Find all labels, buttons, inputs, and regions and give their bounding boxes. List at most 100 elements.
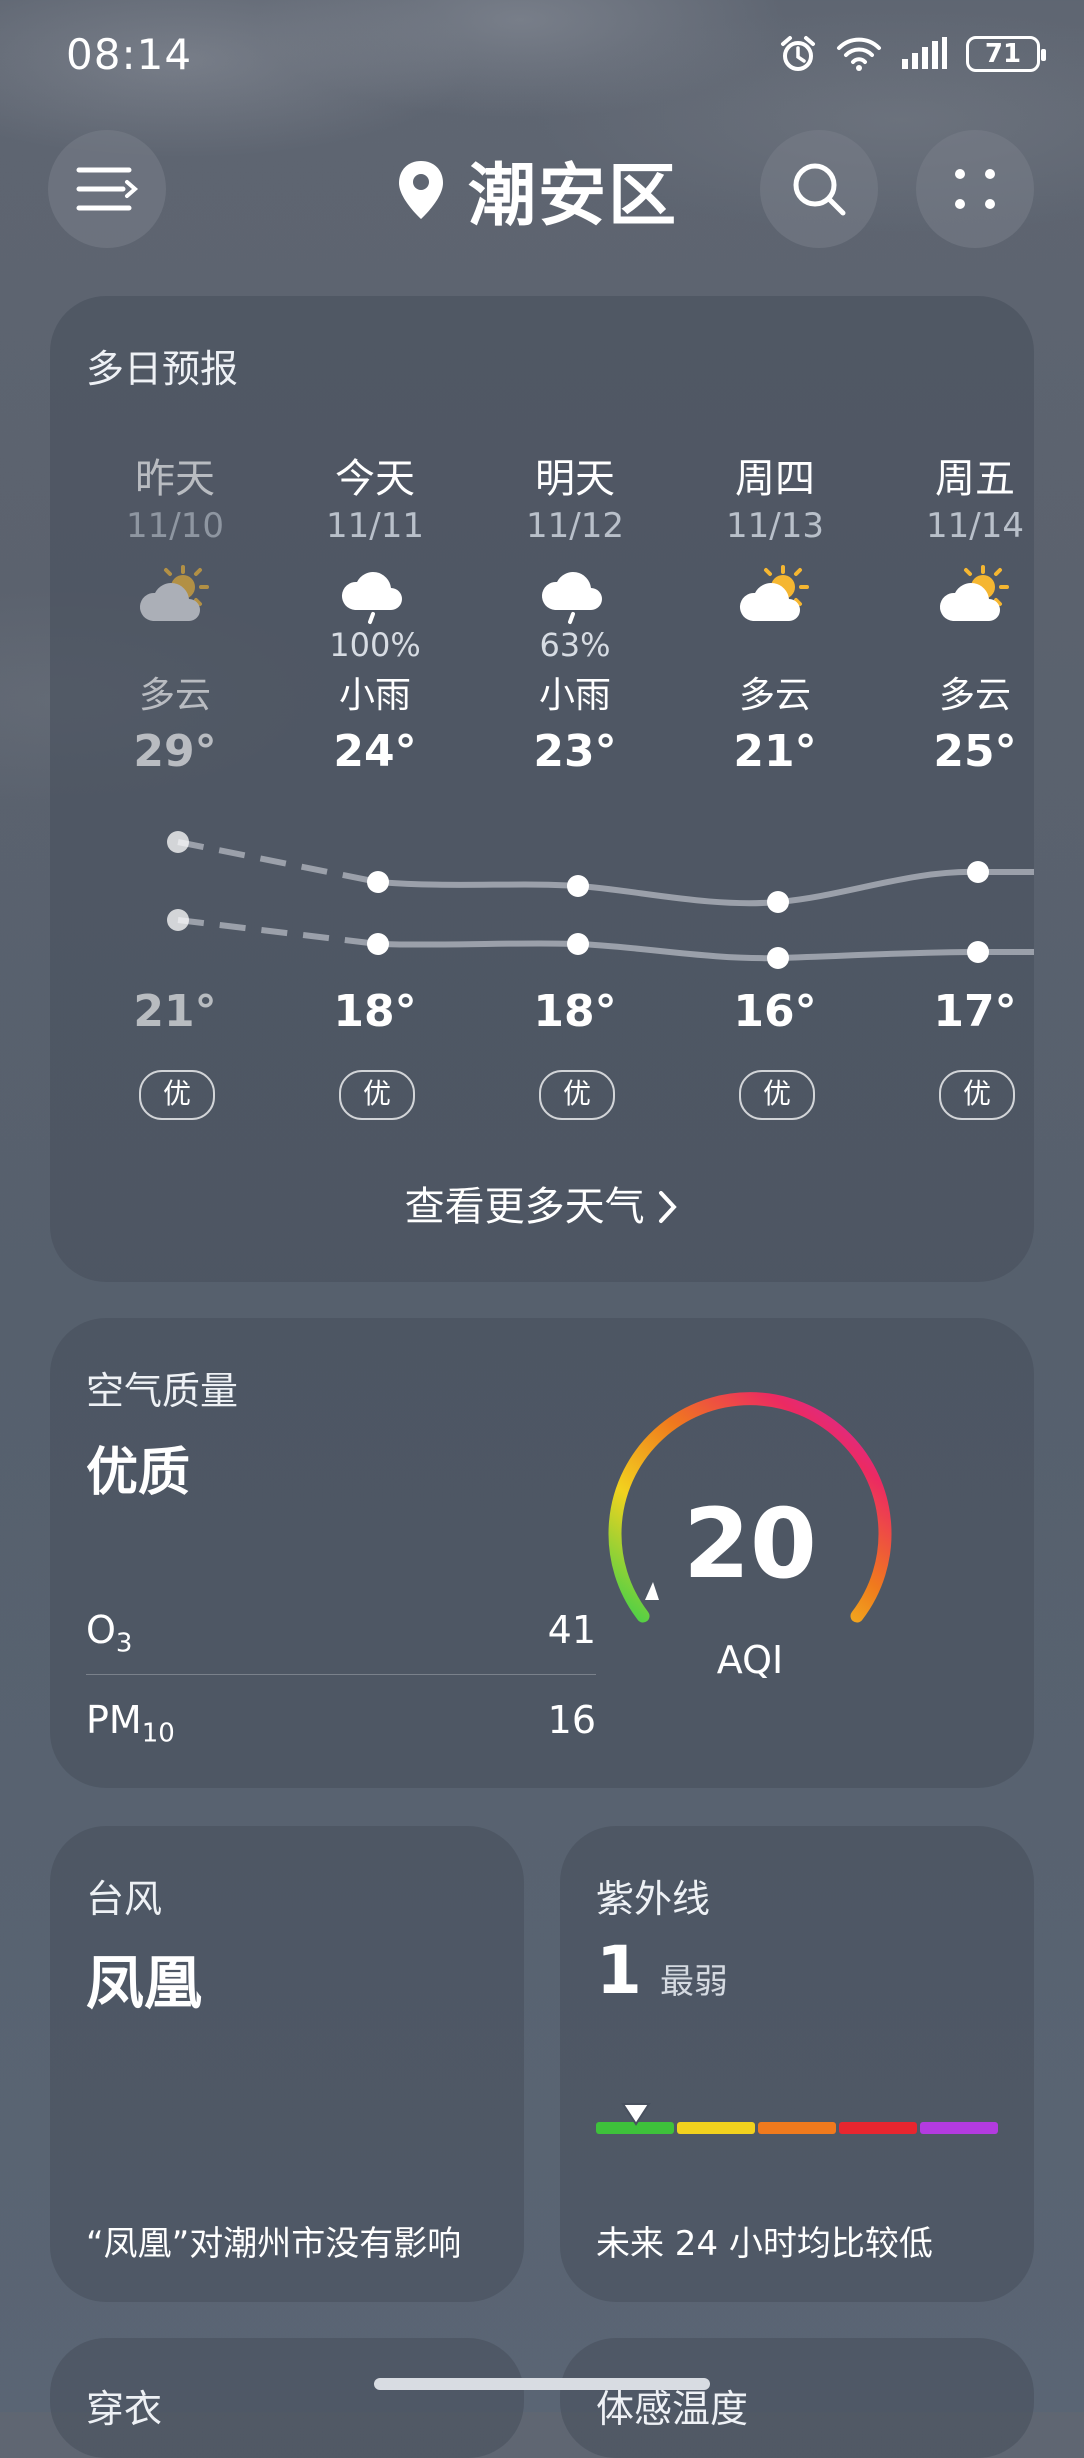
status-time: 08:14 [66, 30, 193, 79]
location-title[interactable]: 潮安区 [396, 140, 678, 239]
day-low: 17° [933, 986, 1017, 1037]
uv-title: 紫外线 [596, 1877, 711, 1921]
partly-cloudy-icon [939, 565, 1009, 621]
aqi-badge: 优 [139, 1070, 215, 1120]
uv-scale-segment [677, 2122, 755, 2134]
day-low: 21° [133, 986, 217, 1037]
partly-cloudy-icon [739, 565, 809, 621]
chevron-right-icon [659, 1191, 678, 1223]
aqi-value: 20 [683, 1488, 817, 1600]
day-name: 明天 [535, 456, 615, 502]
pollutant-value: 41 [547, 1608, 596, 1652]
low-temp-dashed-line [177, 917, 379, 947]
forecast-day[interactable]: 明天 11/12 63% 小雨 23° [475, 446, 675, 777]
high-temp-point [167, 831, 189, 853]
typhoon-title: 台风 [86, 1877, 163, 1921]
day-date: 11/14 [926, 506, 1024, 546]
forecast-day[interactable]: 周四 11/13 多云 21° [675, 446, 875, 777]
forecast-day[interactable]: 昨天 11/10 多云 29° [75, 446, 275, 777]
forecast-card: 多日预报 昨天 11/10 多云 29° 今天 11/11 100% 小雨 24… [50, 296, 1034, 1282]
signal-icon [902, 37, 947, 69]
menu-icon [76, 167, 139, 211]
uv-level: 最弱 [659, 1962, 728, 2002]
wifi-icon [837, 37, 881, 71]
light-rain-icon [341, 572, 402, 624]
search-button[interactable] [760, 130, 878, 248]
day-name: 昨天 [135, 456, 215, 502]
day-name: 今天 [335, 456, 415, 502]
uv-scale-segment [839, 2122, 917, 2134]
uv-scale-segment [758, 2122, 836, 2134]
high-temp-dashed-line [177, 839, 379, 885]
home-indicator[interactable] [374, 2378, 710, 2390]
air-quality-status: 优质 [86, 1443, 191, 1503]
day-high: 21° [733, 726, 817, 777]
clothing-title: 穿衣 [86, 2387, 163, 2431]
low-temp-point [567, 933, 589, 955]
temperature-trend-chart [167, 831, 1034, 969]
pollutant-name: PM10 [86, 1698, 175, 1749]
more-weather-link[interactable]: 查看更多天气 [50, 1174, 1034, 1232]
day-low: 18° [533, 986, 617, 1037]
uv-level-marker [621, 2103, 652, 2126]
day-high: 23° [533, 726, 617, 777]
precip-chance [675, 626, 875, 666]
day-high: 24° [333, 726, 417, 777]
uv-value: 1 [596, 1932, 642, 2009]
precip-chance: 100% [329, 626, 421, 664]
day-high: 29° [133, 726, 217, 777]
typhoon-card[interactable]: 台风 凤凰 “凤凰”对潮州市没有影响 [50, 1826, 524, 2302]
day-condition: 多云 [738, 675, 811, 716]
feels-like-card[interactable]: 体感温度 [560, 2338, 1034, 2458]
alarm-icon [781, 36, 815, 71]
pollutant-row: PM10 16 [86, 1698, 596, 1749]
day-low: 18° [333, 986, 417, 1037]
search-icon [793, 163, 846, 216]
uv-note: 未来 24 小时均比较低 [596, 2224, 933, 2264]
partly-cloudy-icon [139, 565, 209, 621]
location-name: 潮安区 [468, 157, 679, 236]
uv-scale-bar [596, 2122, 998, 2134]
day-date: 11/13 [726, 506, 824, 546]
uv-reading: 1 最弱 [596, 1932, 728, 2009]
low-temp-point [967, 941, 989, 963]
uv-scale-segment [920, 2122, 998, 2134]
forecast-days: 昨天 11/10 多云 29° 今天 11/11 100% 小雨 24° 明天 … [50, 446, 1034, 777]
day-name: 周五 [935, 456, 1015, 502]
day-condition: 小雨 [538, 675, 611, 716]
divider [86, 1674, 596, 1675]
low-temp-line [377, 940, 1034, 962]
menu-button[interactable] [48, 130, 166, 248]
location-pin-icon [399, 160, 443, 219]
typhoon-name: 凤凰 [86, 1949, 203, 2017]
day-date: 11/11 [326, 506, 424, 546]
clothing-card[interactable]: 穿衣 [50, 2338, 524, 2458]
day-condition: 小雨 [338, 675, 411, 716]
high-temp-point [967, 861, 989, 883]
more-weather-label: 查看更多天气 [404, 1184, 645, 1230]
forecast-day[interactable]: 今天 11/11 100% 小雨 24° [275, 446, 475, 777]
aqi-badge: 优 [739, 1070, 815, 1120]
low-temp-point [167, 909, 189, 931]
day-condition: 多云 [138, 675, 211, 716]
day-date: 11/12 [526, 506, 624, 546]
pollutant-row: O3 41 [86, 1608, 596, 1659]
air-quality-card[interactable]: 空气质量 优质 O3 41 PM10 16 20 AQI [50, 1318, 1034, 1788]
light-rain-icon [541, 572, 602, 624]
uv-card[interactable]: 紫外线 1 最弱 未来 24 小时均比较低 [560, 1826, 1034, 2302]
low-temp-point [367, 933, 389, 955]
aqi-badge: 优 [539, 1070, 615, 1120]
battery-indicator: 71 [966, 36, 1046, 72]
more-grid-icon [955, 169, 995, 209]
day-condition: 多云 [938, 675, 1011, 716]
more-button[interactable] [916, 130, 1034, 248]
precip-chance [875, 626, 1034, 666]
aqi-label: AQI [716, 1638, 784, 1682]
day-date: 11/10 [126, 506, 224, 546]
forecast-day[interactable]: 周五 11/14 多云 25° [875, 446, 1034, 777]
precip-chance: 63% [539, 626, 611, 664]
precip-chance [75, 626, 275, 666]
air-quality-title: 空气质量 [86, 1369, 239, 1413]
high-temp-point [767, 891, 789, 913]
high-temp-line [377, 868, 1034, 907]
